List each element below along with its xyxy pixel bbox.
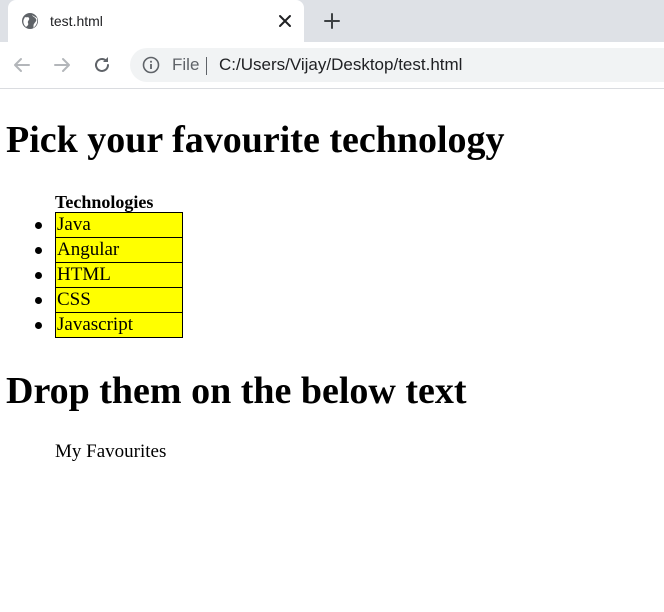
browser-toolbar: File C:/Users/Vijay/Desktop/test.html [0, 42, 664, 89]
drop-target-favourites[interactable]: My Favourites [55, 440, 166, 464]
forward-arrow-icon[interactable] [51, 54, 73, 76]
page-heading-pick: Pick your favourite technology [6, 119, 505, 161]
tab-title: test.html [50, 13, 103, 29]
back-arrow-icon[interactable] [11, 54, 33, 76]
technology-item-angular[interactable]: Angular [35, 237, 183, 263]
technology-item-html[interactable]: HTML [35, 262, 183, 288]
plus-icon[interactable] [322, 11, 342, 31]
technology-list-header: Technologies [55, 192, 154, 212]
technology-item-java[interactable]: Java [35, 212, 183, 238]
globe-icon [22, 13, 38, 29]
browser-tab[interactable]: test.html [8, 0, 304, 42]
close-icon[interactable] [276, 12, 294, 30]
reload-icon[interactable] [91, 54, 113, 76]
divider [206, 57, 207, 75]
technology-list: Technologies Java Angular HTML CSS Javas… [35, 191, 183, 338]
info-icon[interactable] [142, 56, 160, 74]
tab-strip: test.html [0, 0, 664, 42]
url-text[interactable]: C:/Users/Vijay/Desktop/test.html [219, 56, 462, 74]
technology-item-javascript[interactable]: Javascript [35, 312, 183, 338]
page-content: Pick your favourite technology Technolog… [0, 89, 664, 612]
technology-item-css[interactable]: CSS [35, 287, 183, 313]
address-bar[interactable]: File C:/Users/Vijay/Desktop/test.html [130, 48, 664, 82]
url-scheme-label: File [172, 55, 200, 74]
page-heading-drop: Drop them on the below text [6, 370, 467, 412]
